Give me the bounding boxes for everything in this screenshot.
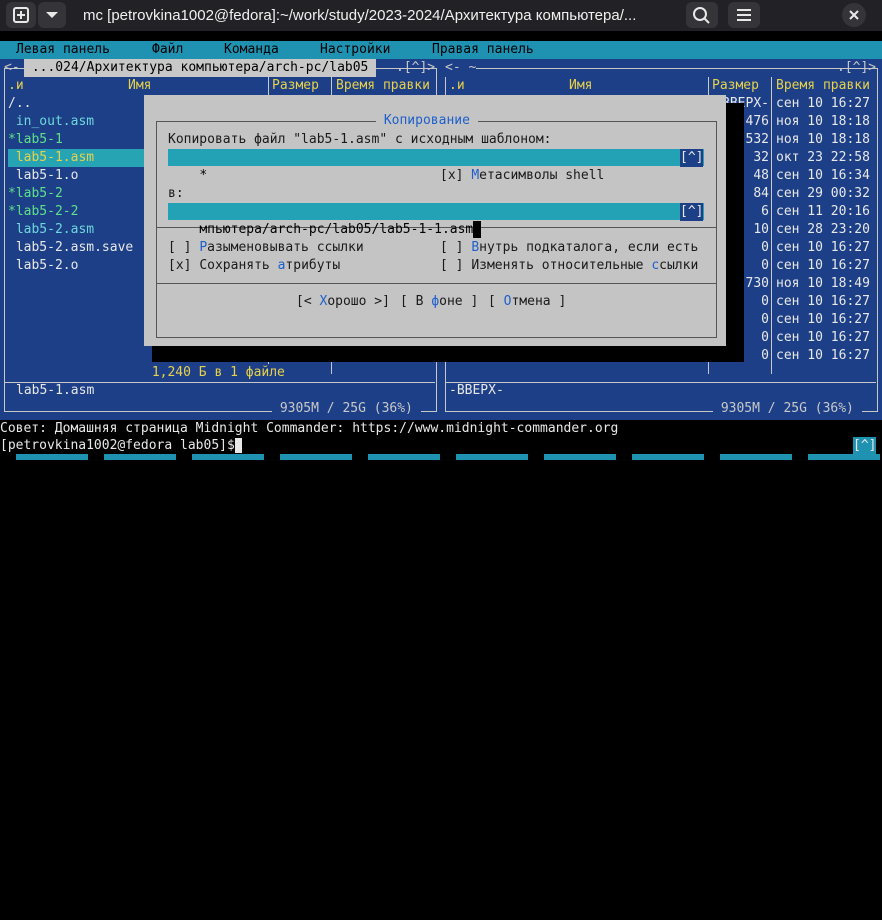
menu-right-panel[interactable]: Правая панель xyxy=(432,41,534,59)
left-path-prefix: <- xyxy=(4,60,20,75)
left-col-mtime[interactable]: Время правки xyxy=(336,77,430,95)
file-row[interactable]: lab5-2.asm.save xyxy=(8,239,133,257)
text-cursor xyxy=(473,221,482,238)
left-path-suffix[interactable]: .[^]> xyxy=(396,59,435,77)
row-mtime: сен 10 16:27 xyxy=(776,258,870,273)
row-mtime: сен 10 16:27 xyxy=(776,312,870,327)
left-col-size[interactable]: Размер xyxy=(272,77,319,95)
prompt-history-button[interactable]: [^] xyxy=(853,437,877,455)
fkey-2[interactable] xyxy=(104,454,176,460)
row-mtime: сен 11 20:16 xyxy=(776,204,870,219)
fkey-4[interactable] xyxy=(280,454,352,460)
right-col-size[interactable]: Размер xyxy=(712,77,759,95)
file-row[interactable]: *lab5-1 xyxy=(8,131,63,149)
file-row[interactable]: *lab5-2 xyxy=(8,185,63,203)
left-col-sort[interactable]: .и xyxy=(8,77,24,95)
file-row[interactable]: lab5-1.o xyxy=(8,167,79,185)
fkey-9[interactable] xyxy=(720,454,792,460)
source-mask-input[interactable]: * xyxy=(168,149,704,183)
metachars-checkbox[interactable]: [x] Метасимволы shell xyxy=(440,167,604,185)
row-mtime: окт 23 22:58 xyxy=(776,150,870,165)
left-status: lab5-1.asm xyxy=(16,383,95,398)
row-mtime: ноя 10 18:18 xyxy=(776,132,870,147)
row-mtime: ноя 10 18:18 xyxy=(776,114,870,129)
menu-file[interactable]: Файл xyxy=(152,41,183,59)
right-col-sort[interactable]: .и xyxy=(449,77,465,95)
right-disk: 9305M / 25G (36%) xyxy=(713,400,862,418)
deref-links-checkbox[interactable]: [ ] Разыменовывать ссылки xyxy=(168,239,364,257)
right-col-name[interactable]: Имя xyxy=(569,77,592,95)
row-mtime: сен 10 16:27 xyxy=(776,294,870,309)
target-input[interactable]: мпьютера/arch-pc/lab05/lab5-1-1.asm xyxy=(168,203,704,238)
fkey-8[interactable] xyxy=(632,454,704,460)
hamburger-icon xyxy=(737,9,751,21)
prompt-cursor xyxy=(234,438,242,453)
fkey-1[interactable] xyxy=(16,454,88,460)
preserve-attrs-checkbox[interactable]: [x] Сохранять атрибуты xyxy=(168,257,340,275)
fkey-10[interactable] xyxy=(808,454,880,460)
chevron-down-icon xyxy=(46,12,58,18)
copy-dialog: Копирование Копировать файл "lab5-1.asm"… xyxy=(144,95,726,346)
fkey-3[interactable] xyxy=(192,454,264,460)
relative-links-checkbox[interactable]: [ ] Изменять относительные ссылки xyxy=(440,257,698,275)
menu-button[interactable] xyxy=(728,2,760,28)
left-path[interactable]: ...024/Архитектура компьютера/arch-pc/la… xyxy=(24,59,377,77)
cancel-button[interactable]: [ Отмена ] xyxy=(488,293,566,311)
right-col-mtime[interactable]: Время правки xyxy=(776,77,870,95)
row-mtime: сен 10 16:34 xyxy=(776,168,870,183)
fkey-6[interactable] xyxy=(456,454,528,460)
background-button[interactable]: [ В фоне ] xyxy=(400,293,478,311)
window-titlebar: mc [petrovkina1002@fedora]:~/work/study/… xyxy=(0,0,882,31)
file-row[interactable]: *lab5-2-2 xyxy=(8,203,78,221)
tab-dropdown-button[interactable] xyxy=(38,2,66,28)
right-path-suffix[interactable]: .[^]> xyxy=(837,59,876,77)
new-tab-icon xyxy=(13,7,29,23)
source-history-button[interactable]: [^] xyxy=(680,149,704,167)
file-row[interactable]: in_out.asm xyxy=(8,113,94,131)
close-button[interactable] xyxy=(842,3,866,27)
target-label: в: xyxy=(168,186,184,201)
row-mtime: сен 10 16:27 xyxy=(776,348,870,363)
shell-prompt[interactable]: [petrovkina1002@fedora lab05]$ xyxy=(0,437,242,455)
dialog-title: Копирование xyxy=(376,112,478,130)
function-key-bar xyxy=(0,454,882,460)
menu-options[interactable]: Настройки xyxy=(320,41,390,59)
row-mtime: сен 10 16:27 xyxy=(776,96,870,111)
left-summary: 1,240 Б в 1 файле xyxy=(144,364,293,382)
menu-left-panel[interactable]: Левая панель xyxy=(16,41,110,59)
target-history-button[interactable]: [^] xyxy=(680,203,704,221)
file-row[interactable]: /.. xyxy=(8,95,31,113)
right-path[interactable]: <- ~ xyxy=(445,59,477,77)
fkey-7[interactable] xyxy=(544,454,616,460)
fkey-5[interactable] xyxy=(368,454,440,460)
close-icon xyxy=(849,10,859,20)
file-row[interactable]: lab5-2.o xyxy=(8,257,79,275)
left-disk: 9305M / 25G (36%) xyxy=(272,400,421,418)
hint-line: Совет: Домашняя страница Midnight Comman… xyxy=(0,421,619,436)
menu-command[interactable]: Команда xyxy=(224,41,279,59)
row-mtime: ноя 10 18:49 xyxy=(776,276,870,291)
right-status: -ВВЕРХ- xyxy=(449,383,504,398)
row-mtime: сен 28 23:20 xyxy=(776,222,870,237)
row-mtime: сен 29 00:32 xyxy=(776,186,870,201)
row-mtime: сен 10 16:27 xyxy=(776,330,870,345)
search-icon xyxy=(693,7,710,24)
window-title: mc [petrovkina1002@fedora]:~/work/study/… xyxy=(83,7,637,24)
copy-label: Копировать файл "lab5-1.asm" с исходным … xyxy=(168,132,552,147)
menu-bar: Левая панель Файл Команда Настройки Прав… xyxy=(0,41,882,59)
new-tab-button[interactable] xyxy=(6,2,36,28)
row-mtime: сен 10 16:27 xyxy=(776,240,870,255)
dive-subdir-checkbox[interactable]: [ ] Внутрь подкаталога, если есть xyxy=(440,239,698,257)
ok-button[interactable]: [< Хорошо >] xyxy=(296,293,390,311)
file-row[interactable]: lab5-2.asm xyxy=(8,221,94,239)
search-button[interactable] xyxy=(686,2,718,28)
left-col-name[interactable]: Имя xyxy=(128,77,151,95)
